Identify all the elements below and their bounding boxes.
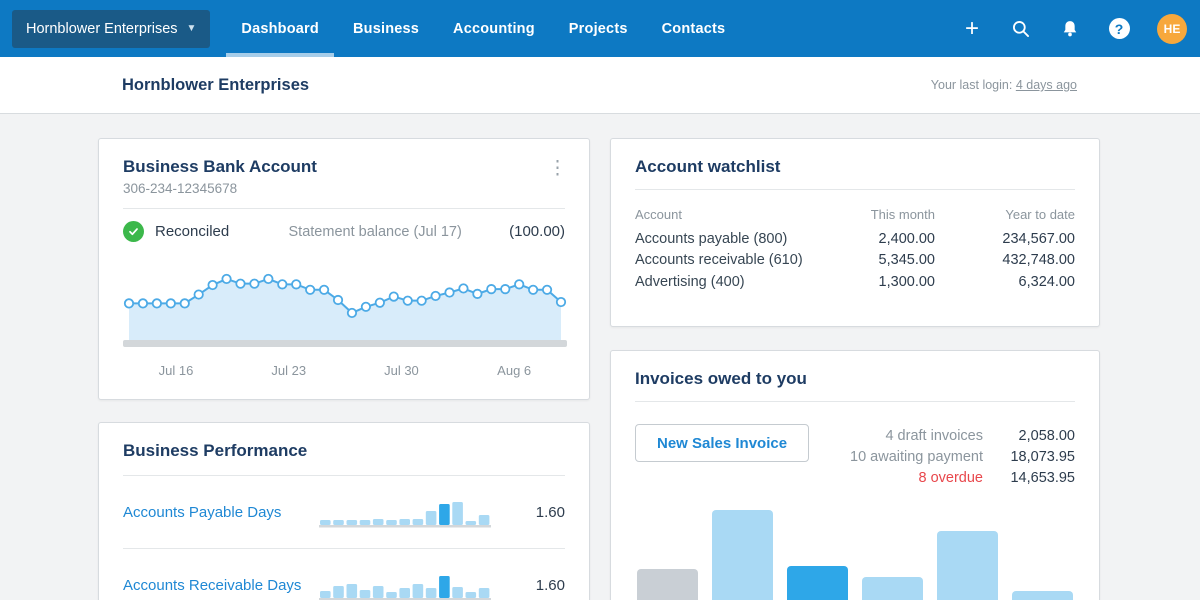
nav-item-accounting[interactable]: Accounting: [436, 0, 552, 57]
kebab-menu-icon[interactable]: ⋮: [548, 159, 567, 178]
chevron-down-icon: ▼: [187, 23, 197, 34]
account-name[interactable]: Advertising (400): [635, 274, 815, 290]
invoices-owed-card: Invoices owed to you New Sales Invoice 4…: [610, 350, 1100, 600]
column-header: This month: [815, 207, 935, 222]
sparkline-chart: [319, 569, 491, 600]
column-header: Account: [635, 207, 815, 222]
bell-icon[interactable]: [1059, 18, 1081, 40]
invoice-bar[interactable]: [937, 531, 998, 600]
watchlist-card-title: Account watchlist: [635, 157, 1075, 177]
performance-value: 1.60: [519, 577, 565, 594]
reconciled-label: Reconciled: [155, 223, 229, 240]
bank-account-number: 306-234-12345678: [123, 181, 565, 196]
invoices-card-title: Invoices owed to you: [635, 369, 1075, 389]
invoice-bar[interactable]: [787, 566, 848, 600]
performance-row: Accounts Payable Days 1.60: [99, 476, 589, 548]
reconciled-row: Reconciled Statement balance (Jul 17) (1…: [99, 209, 589, 254]
year-to-date-value: 6,324.00: [935, 274, 1075, 290]
add-icon[interactable]: +: [961, 18, 983, 40]
year-to-date-value: 234,567.00: [935, 231, 1075, 247]
nav-items: DashboardBusinessAccountingProjectsConta…: [224, 0, 742, 57]
this-month-value: 5,345.00: [815, 252, 935, 268]
nav-item-contacts[interactable]: Contacts: [645, 0, 743, 57]
page-title: Hornblower Enterprises: [122, 76, 309, 95]
invoice-bar[interactable]: [862, 577, 923, 600]
x-axis-label: Aug 6: [497, 363, 531, 378]
last-login-link[interactable]: 4 days ago: [1016, 78, 1077, 92]
performance-value: 1.60: [519, 504, 565, 521]
invoice-summary-label[interactable]: 4 draft invoices: [885, 428, 983, 444]
search-icon[interactable]: [1010, 18, 1032, 40]
x-axis-label: Jul 23: [271, 363, 306, 378]
account-name[interactable]: Accounts payable (800): [635, 231, 815, 247]
dashboard-main: Business Bank Account 306-234-12345678 ⋮…: [0, 114, 1200, 600]
page-header: Hornblower Enterprises Your last login: …: [0, 57, 1200, 114]
invoice-summary-label[interactable]: 8 overdue: [919, 470, 984, 486]
invoice-summary-row: 4 draft invoices2,058.00: [809, 425, 1075, 446]
performance-card-title: Business Performance: [123, 441, 565, 461]
statement-balance-label: Statement balance (Jul 17): [229, 224, 509, 240]
year-to-date-value: 432,748.00: [935, 252, 1075, 268]
invoice-summary-value: 2,058.00: [983, 428, 1075, 444]
account-name[interactable]: Accounts receivable (610): [635, 252, 815, 268]
help-icon[interactable]: ?: [1108, 18, 1130, 40]
nav-item-business[interactable]: Business: [336, 0, 436, 57]
table-row: Advertising (400)1,300.006,324.00: [635, 271, 1075, 293]
sparkline-chart: [319, 496, 491, 528]
column-header: Year to date: [935, 207, 1075, 222]
bank-balance-chart[interactable]: [99, 254, 589, 353]
bank-card-title: Business Bank Account: [123, 157, 565, 177]
nav-item-dashboard[interactable]: Dashboard: [224, 0, 336, 57]
watchlist-table: AccountThis monthYear to dateAccounts pa…: [611, 190, 1099, 293]
invoice-summary-value: 14,653.95: [983, 470, 1075, 486]
account-watchlist-card: Account watchlist AccountThis monthYear …: [610, 138, 1100, 327]
invoice-summary-value: 18,073.95: [983, 449, 1075, 465]
x-axis-label: Jul 30: [384, 363, 419, 378]
table-row: Accounts receivable (610)5,345.00432,748…: [635, 250, 1075, 272]
this-month-value: 2,400.00: [815, 231, 935, 247]
this-month-value: 1,300.00: [815, 274, 935, 290]
business-performance-card: Business Performance Accounts Payable Da…: [98, 422, 590, 600]
nav-item-projects[interactable]: Projects: [552, 0, 645, 57]
invoice-bar[interactable]: [712, 510, 773, 600]
invoice-bar[interactable]: [1012, 591, 1073, 600]
bank-account-card: Business Bank Account 306-234-12345678 ⋮…: [98, 138, 590, 400]
invoice-summary-label[interactable]: 10 awaiting payment: [850, 449, 983, 465]
performance-metric-link[interactable]: Accounts Payable Days: [123, 504, 281, 521]
check-icon: [123, 221, 144, 242]
performance-row: Accounts Receivable Days 1.60: [99, 549, 589, 600]
bank-chart-x-labels: Jul 16 Jul 23 Jul 30 Aug 6: [123, 359, 565, 385]
performance-metric-link[interactable]: Accounts Receivable Days: [123, 577, 301, 594]
new-sales-invoice-button[interactable]: New Sales Invoice: [635, 424, 809, 462]
statement-balance-value: (100.00): [509, 223, 565, 240]
invoice-summary: 4 draft invoices2,058.0010 awaiting paym…: [809, 424, 1075, 488]
invoice-summary-row: 8 overdue14,653.95: [809, 467, 1075, 488]
table-row: Accounts payable (800)2,400.00234,567.00: [635, 228, 1075, 250]
invoice-summary-row: 10 awaiting payment18,073.95: [809, 446, 1075, 467]
invoices-bar-chart[interactable]: [637, 510, 1073, 600]
x-axis-label: Jul 16: [159, 363, 194, 378]
org-selector[interactable]: Hornblower Enterprises ▼: [12, 10, 210, 48]
avatar[interactable]: HE: [1157, 14, 1187, 44]
top-nav: Hornblower Enterprises ▼ DashboardBusine…: [0, 0, 1200, 57]
org-selector-label: Hornblower Enterprises: [26, 21, 178, 37]
watchlist-header-row: AccountThis monthYear to date: [635, 202, 1075, 226]
invoice-bar[interactable]: [637, 569, 698, 600]
last-login: Your last login: 4 days ago: [931, 78, 1077, 92]
